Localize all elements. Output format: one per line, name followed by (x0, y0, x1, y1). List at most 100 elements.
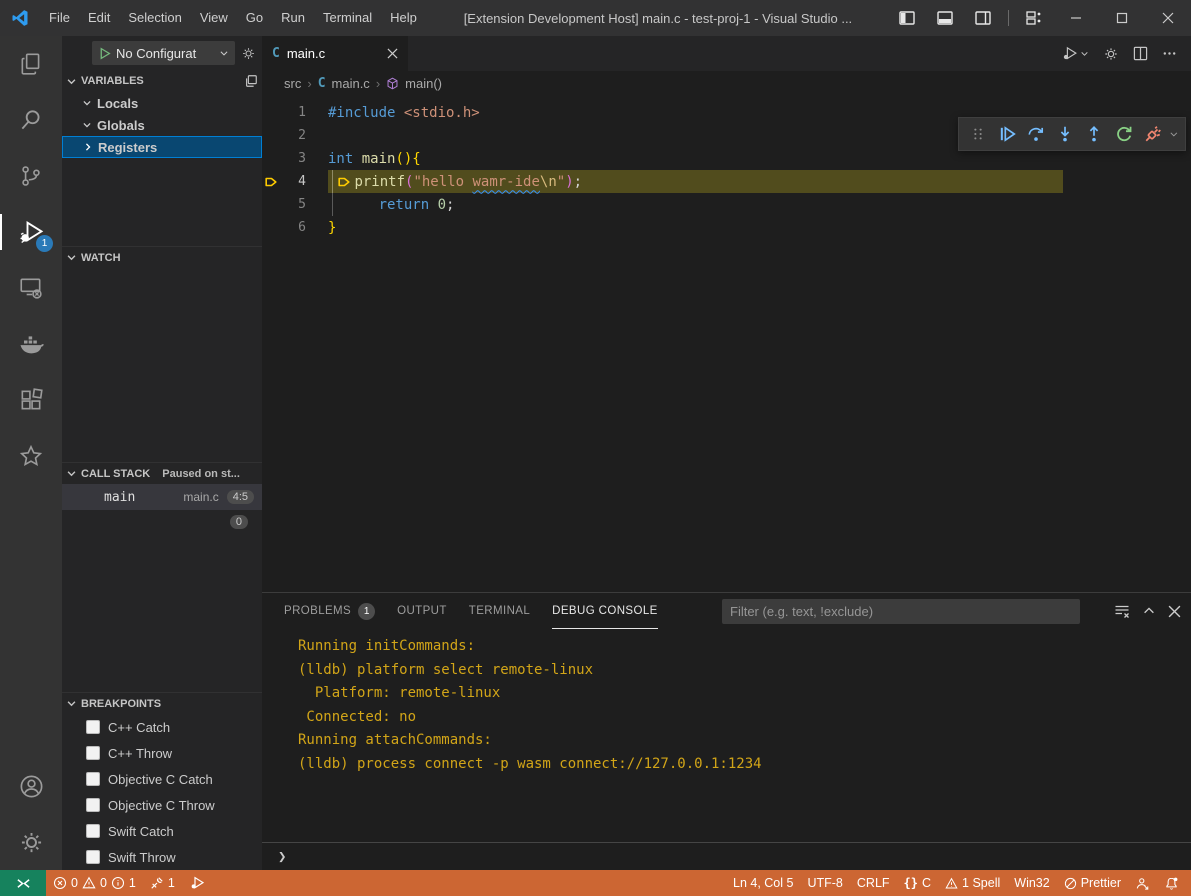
copy-value-icon[interactable] (244, 74, 258, 88)
debug-console-input[interactable]: ❯ (262, 842, 1191, 870)
tab-problems[interactable]: PROBLEMS 1 (284, 593, 375, 629)
breadcrumb-file[interactable]: main.c (332, 76, 370, 91)
breadcrumb-src[interactable]: src (284, 76, 301, 91)
menu-edit[interactable]: Edit (79, 10, 119, 25)
ports-status[interactable]: 1 (143, 870, 182, 896)
run-and-debug-icon[interactable]: 1 (0, 204, 62, 260)
breakpoint-row[interactable]: Objective C Catch (62, 766, 262, 792)
breakpoint-row[interactable]: Swift Throw (62, 844, 262, 870)
more-actions-icon[interactable] (1162, 46, 1177, 61)
console-filter-input[interactable] (722, 599, 1080, 624)
menu-view[interactable]: View (191, 10, 237, 25)
disconnect-icon[interactable] (1140, 121, 1165, 147)
continue-icon[interactable] (994, 121, 1019, 147)
remote-explorer-icon[interactable] (0, 260, 62, 316)
formatter-status[interactable]: Prettier (1057, 870, 1128, 896)
toggle-secondary-sidebar-icon[interactable] (966, 0, 1000, 36)
debug-console-output[interactable]: Running initCommands:(lldb) platform sel… (262, 629, 1191, 842)
minimize-button[interactable] (1053, 0, 1099, 36)
variables-scope-locals[interactable]: Locals (62, 92, 262, 114)
code-line[interactable]: 5 return 0; (262, 193, 1191, 216)
breadcrumb[interactable]: src › C main.c › main() (262, 71, 1191, 95)
cursor-position[interactable]: Ln 4, Col 5 (726, 870, 800, 896)
close-panel-icon[interactable] (1168, 605, 1181, 618)
menu-run[interactable]: Run (272, 10, 314, 25)
tab-main-c[interactable]: C main.c (262, 36, 408, 71)
tab-debug-console[interactable]: DEBUG CONSOLE (552, 593, 658, 629)
chevron-down-icon[interactable] (1169, 129, 1179, 139)
platform-target[interactable]: Win32 (1007, 870, 1056, 896)
call-stack-frame[interactable]: main main.c 4:5 (62, 484, 262, 510)
breakpoint-row[interactable]: C++ Throw (62, 740, 262, 766)
editor-settings-gear-icon[interactable] (1103, 46, 1119, 62)
debug-config-dropdown[interactable]: No Configurat (92, 41, 235, 65)
encoding[interactable]: UTF-8 (800, 870, 849, 896)
run-or-debug-icon[interactable] (1061, 45, 1089, 62)
menu-file[interactable]: File (40, 10, 79, 25)
maximize-panel-icon[interactable] (1142, 604, 1156, 618)
close-button[interactable] (1145, 0, 1191, 36)
breakpoints-section-header[interactable]: BREAKPOINTS (62, 692, 262, 714)
clear-console-icon[interactable] (1114, 603, 1130, 619)
restart-icon[interactable] (1111, 121, 1136, 147)
extensions-icon[interactable] (0, 372, 62, 428)
search-icon[interactable] (0, 92, 62, 148)
tab-terminal[interactable]: TERMINAL (469, 593, 530, 629)
drag-grip-icon[interactable] (965, 121, 990, 147)
account-icon[interactable] (0, 758, 62, 814)
step-into-icon[interactable] (1053, 121, 1078, 147)
step-out-icon[interactable] (1082, 121, 1107, 147)
customize-layout-icon[interactable] (1017, 0, 1051, 36)
inline-breakpoint-icon[interactable] (337, 175, 351, 189)
source-control-icon[interactable] (0, 148, 62, 204)
breakpoint-row[interactable]: Swift Catch (62, 818, 262, 844)
watch-section-header[interactable]: WATCH (62, 246, 262, 268)
settings-gear-icon[interactable] (0, 814, 62, 870)
language-mode[interactable]: {} C (897, 870, 938, 896)
split-editor-icon[interactable] (1133, 46, 1148, 61)
close-tab-icon[interactable] (387, 48, 398, 59)
debug-status-icon[interactable] (182, 870, 212, 896)
remote-indicator[interactable] (0, 870, 46, 896)
step-over-icon[interactable] (1023, 121, 1048, 147)
breakpoint-checkbox[interactable] (86, 772, 100, 786)
tab-output[interactable]: OUTPUT (397, 593, 447, 629)
chevron-right-icon (83, 142, 93, 152)
variables-section-header[interactable]: VARIABLES (62, 70, 262, 92)
toggle-sidebar-icon[interactable] (890, 0, 924, 36)
c-file-icon: C (272, 46, 280, 61)
menu-selection[interactable]: Selection (119, 10, 190, 25)
breakpoint-checkbox[interactable] (86, 720, 100, 734)
spell-checker-status[interactable]: 1 Spell (938, 870, 1007, 896)
breakpoint-row[interactable]: Objective C Throw (62, 792, 262, 818)
docker-icon[interactable] (0, 316, 62, 372)
breakpoint-checkbox[interactable] (86, 798, 100, 812)
current-line-pointer-icon[interactable] (262, 175, 280, 189)
code-line[interactable]: 6} (262, 216, 1191, 239)
problems-status[interactable]: 0 0 1 (46, 870, 143, 896)
code-token: ; (574, 174, 582, 190)
favorites-star-icon[interactable] (0, 428, 62, 484)
person-icon[interactable] (1128, 870, 1157, 896)
menu-terminal[interactable]: Terminal (314, 10, 381, 25)
variables-scope-globals[interactable]: Globals (62, 114, 262, 136)
maximize-button[interactable] (1099, 0, 1145, 36)
breakpoint-checkbox[interactable] (86, 850, 100, 864)
call-stack-section-header[interactable]: CALL STACK Paused on st... (62, 462, 262, 484)
breakpoint-checkbox[interactable] (86, 824, 100, 838)
breakpoint-row[interactable]: C++ Catch (62, 714, 262, 740)
breadcrumb-symbol[interactable]: main() (405, 76, 442, 91)
code-line[interactable]: 4 printf("hello wamr-ide\n"); (262, 170, 1191, 193)
menu-go[interactable]: Go (237, 10, 272, 25)
launch-config-gear-icon[interactable] (241, 46, 256, 61)
code-editor[interactable]: 1#include <stdio.h>23int main(){4 printf… (262, 95, 1191, 592)
notifications-bell-icon[interactable] (1157, 870, 1191, 896)
toggle-panel-icon[interactable] (928, 0, 962, 36)
code-token: printf (354, 174, 405, 190)
menu-help[interactable]: Help (381, 10, 426, 25)
variables-scope-registers[interactable]: Registers (62, 136, 262, 158)
code-token (328, 174, 336, 190)
explorer-icon[interactable] (0, 36, 62, 92)
eol-sequence[interactable]: CRLF (850, 870, 897, 896)
breakpoint-checkbox[interactable] (86, 746, 100, 760)
